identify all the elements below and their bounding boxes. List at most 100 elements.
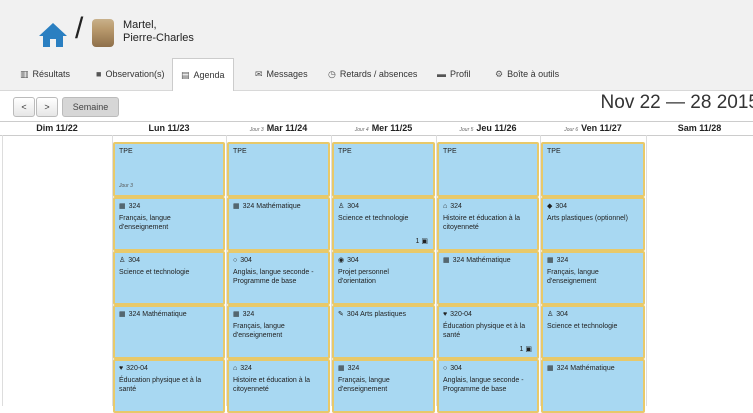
agenda-event[interactable]: ▦ 324 Mathématique bbox=[113, 305, 225, 359]
agenda-event[interactable]: ♙ 304 Science et technologie 1 ▣ bbox=[332, 197, 435, 251]
event-title: TPE bbox=[119, 148, 133, 155]
event-detail: d'enseignement bbox=[547, 278, 597, 285]
event-title: ♙ 304 bbox=[338, 203, 359, 210]
event-detail: Français, langue bbox=[547, 269, 599, 276]
agenda-event[interactable]: TPE bbox=[332, 142, 435, 197]
event-title: ◉ 304 bbox=[338, 257, 359, 264]
tab-profil[interactable]: ▬ Profil bbox=[437, 58, 471, 90]
course-icon: ⌂ bbox=[443, 203, 448, 210]
course-icon: ▦ bbox=[119, 203, 126, 210]
event-detail: Programme de base bbox=[233, 278, 297, 285]
day-header-row: Dim 11/22 Lun 11/23 Jour 3 Mar 11/24 Jour 4M… bbox=[0, 121, 753, 136]
event-detail: Anglais, langue seconde - bbox=[233, 269, 314, 276]
agenda-event[interactable]: ♙ 304 Science et technologie bbox=[541, 305, 645, 359]
agenda-event[interactable]: ♥ 320-04 Éducation physique et à la santé 1 … bbox=[437, 305, 539, 359]
event-detail: Éducation physique et à la bbox=[443, 323, 526, 330]
event-detail: d'enseignement bbox=[233, 332, 283, 339]
agenda-event[interactable]: ▦ 324 Mathématique bbox=[541, 359, 645, 413]
tab-icon: ▥ bbox=[20, 69, 29, 79]
agenda-event[interactable]: ○ 304 Anglais, langue seconde - Programme d… bbox=[227, 251, 330, 305]
agenda-event[interactable]: ♙ 304 Science et technologie bbox=[113, 251, 225, 305]
course-icon: ○ bbox=[443, 365, 448, 372]
day-header[interactable]: Lun 11/23 bbox=[112, 122, 226, 135]
event-detail: citoyenneté bbox=[233, 386, 269, 393]
course-icon: ♙ bbox=[119, 257, 126, 264]
date-range-title: Nov 22 — 28 2015 bbox=[600, 92, 753, 113]
agenda-event[interactable]: ▦ 324 Français, langue d'enseignement bbox=[541, 251, 645, 305]
event-detail: santé bbox=[443, 332, 461, 339]
agenda-event[interactable]: ⌂ 324 Histoire et éducation à la citoyennet… bbox=[227, 359, 330, 413]
course-icon: ♙ bbox=[547, 311, 554, 318]
course-icon: ▦ bbox=[119, 311, 126, 318]
agenda-event[interactable]: ✎ 304 Arts plastiques bbox=[332, 305, 435, 359]
tab-messages[interactable]: ✉ Messages bbox=[255, 58, 308, 90]
course-icon: ◉ bbox=[338, 257, 345, 264]
agenda-event[interactable]: ◉ 304 Projet personnel d'orientation bbox=[332, 251, 435, 305]
event-title: ♙ 304 bbox=[119, 257, 140, 264]
event-detail: Arts plastiques (optionnel) bbox=[547, 215, 628, 222]
avatar[interactable] bbox=[92, 19, 114, 47]
event-title: TPE bbox=[338, 148, 352, 155]
agenda-event[interactable]: ⌂ 324 Histoire et éducation à la citoyennet… bbox=[437, 197, 539, 251]
day-header[interactable]: Jour 4 Mer 11/25 bbox=[331, 122, 436, 135]
tab-icon: ⚙ bbox=[495, 69, 504, 79]
home-icon[interactable] bbox=[38, 22, 68, 48]
event-detail: d'enseignement bbox=[338, 386, 388, 393]
event-title: ▦ 324 Mathématique bbox=[547, 365, 615, 372]
week-view-button[interactable]: Semaine bbox=[62, 97, 119, 117]
event-title: ⌂ 324 bbox=[443, 203, 462, 210]
agenda-event[interactable]: ▦ 324 Mathématique bbox=[227, 197, 330, 251]
event-title: TPE bbox=[443, 148, 457, 155]
app-header: / Martel, Pierre-Charles bbox=[0, 0, 753, 58]
day-header[interactable]: Jour 6 Ven 11/27 bbox=[540, 122, 646, 135]
event-detail: Français, langue bbox=[119, 215, 171, 222]
event-title: ♥ 320-04 bbox=[119, 365, 148, 372]
agenda-event[interactable]: ▦ 324 Français, langue d'enseignement bbox=[227, 305, 330, 359]
agenda-event[interactable]: TPE bbox=[227, 142, 330, 197]
agenda-event[interactable]: TPE Jour 3 bbox=[113, 142, 225, 197]
day-column[interactable] bbox=[2, 135, 113, 406]
tab-boîte-à-outils[interactable]: ⚙ Boîte à outils bbox=[495, 58, 559, 90]
main-nav: ▥ Résultats ■ Observation(s) ▤ Agenda ✉ Message… bbox=[0, 58, 753, 91]
tab-résultats[interactable]: ▥ Résultats bbox=[20, 58, 70, 90]
agenda-event[interactable]: TPE bbox=[437, 142, 539, 197]
day-header[interactable]: Jour 3 Mar 11/24 bbox=[226, 122, 331, 135]
event-title: ▦ 324 bbox=[547, 257, 569, 264]
agenda-event[interactable]: TPE bbox=[541, 142, 645, 197]
tab-icon: ▤ bbox=[181, 70, 190, 80]
homework-count[interactable]: 1 ▣ bbox=[416, 237, 428, 246]
event-detail: Projet personnel bbox=[338, 269, 389, 276]
breadcrumb-separator: / bbox=[75, 12, 84, 45]
day-header[interactable]: Jour 5 Jeu 11/26 bbox=[436, 122, 540, 135]
course-icon: ✎ bbox=[338, 311, 344, 318]
event-detail: Histoire et éducation à la bbox=[443, 215, 521, 222]
day-header[interactable]: Dim 11/22 bbox=[2, 122, 112, 135]
day-label: Mar 11/24 bbox=[266, 123, 308, 133]
next-week-button[interactable]: > bbox=[36, 97, 58, 117]
day-label: Lun 11/23 bbox=[148, 123, 190, 133]
homework-count[interactable]: 1 ▣ bbox=[520, 345, 532, 354]
event-title: ○ 304 bbox=[233, 257, 252, 264]
event-detail: d'orientation bbox=[338, 278, 376, 285]
tab-agenda[interactable]: ▤ Agenda bbox=[172, 58, 234, 91]
event-title: ▦ 324 Mathématique bbox=[233, 203, 301, 210]
agenda-event[interactable]: ▦ 324 Français, langue d'enseignement bbox=[332, 359, 435, 413]
tab-retards-absences[interactable]: ◷ Retards / absences bbox=[328, 58, 417, 90]
agenda-event[interactable]: ▦ 324 Français, langue d'enseignement bbox=[113, 197, 225, 251]
agenda-event[interactable]: ▦ 324 Mathématique bbox=[437, 251, 539, 305]
agenda-event[interactable]: ◆ 304 Arts plastiques (optionnel) bbox=[541, 197, 645, 251]
event-detail: santé bbox=[119, 386, 137, 393]
event-detail: Éducation physique et à la bbox=[119, 377, 202, 384]
event-title: ♥ 320-04 bbox=[443, 311, 472, 318]
event-detail: Programme de base bbox=[443, 386, 507, 393]
day-label: Sam 11/28 bbox=[677, 123, 722, 133]
day-column[interactable] bbox=[646, 135, 753, 406]
tab-observation-s[interactable]: ■ Observation(s) bbox=[96, 58, 164, 90]
event-title: ▦ 324 bbox=[233, 311, 255, 318]
agenda-event[interactable]: ○ 304 Anglais, langue seconde - Programme d… bbox=[437, 359, 539, 413]
prev-week-button[interactable]: < bbox=[13, 97, 35, 117]
tab-icon: ✉ bbox=[255, 69, 263, 79]
day-header[interactable]: Sam 11/28 bbox=[646, 122, 753, 135]
agenda-event[interactable]: ♥ 320-04 Éducation physique et à la santé bbox=[113, 359, 225, 413]
day-label: Dim 11/22 bbox=[36, 123, 78, 133]
